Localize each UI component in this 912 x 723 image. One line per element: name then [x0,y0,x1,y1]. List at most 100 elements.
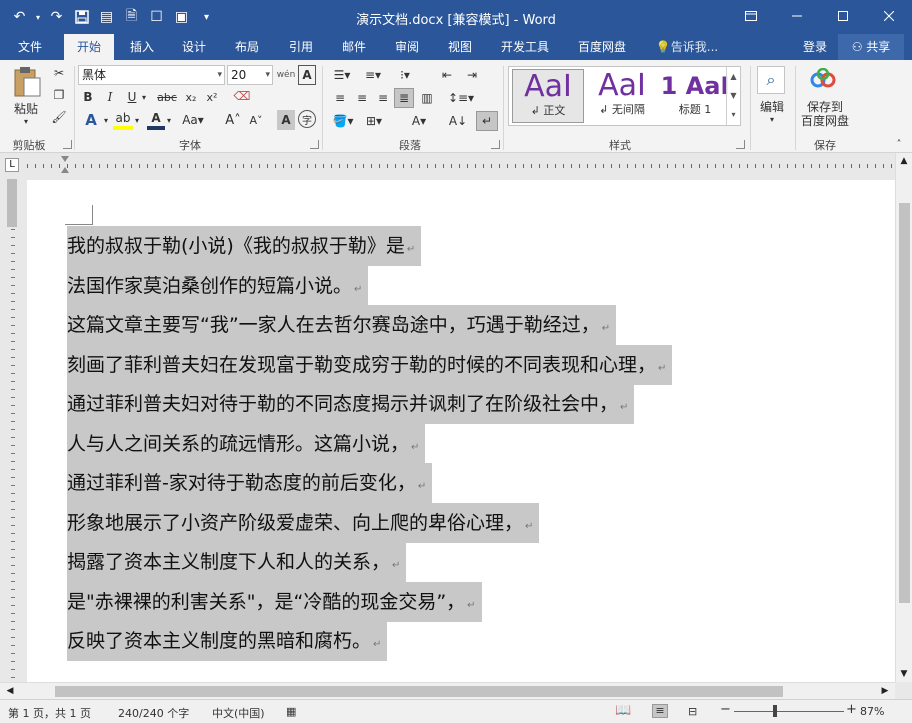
shading-icon[interactable]: 🪣▾ [330,111,356,131]
underline-dropdown-icon[interactable]: ▾ [140,88,148,106]
document-line[interactable]: 这篇文章主要写“我”一家人在去哲尔赛岛途中，巧遇于勒经过， ↵ [67,305,617,345]
character-shading-icon[interactable]: A [277,110,295,130]
paste-icon[interactable] [10,65,44,99]
collapse-ribbon-icon[interactable]: ˄ [893,138,905,150]
tab-layout[interactable]: 布局 [225,34,269,60]
align-left-icon[interactable]: ≡ [330,88,350,108]
tab-design[interactable]: 设计 [172,34,216,60]
document-page[interactable]: 我的叔叔于勒(小说)《我的叔叔于勒》是 ↵ 法国作家莫泊桑创作的短篇小说。 ↵ 这篇… [27,180,895,682]
font-name-combo[interactable]: 黑体 ▾ [78,65,225,85]
change-case-icon[interactable]: Aa▾ [180,110,206,130]
print-layout-icon[interactable]: ≡ [652,704,668,718]
document-line[interactable]: 形象地展示了小资产阶级爱虚荣、向上爬的卑俗心理， ↵ [67,503,540,543]
zoom-out-icon[interactable]: − [720,702,731,717]
close-icon[interactable] [866,0,912,32]
phonetic-guide-icon[interactable]: wén [276,65,296,85]
customize-qat-icon[interactable]: ▾ [195,6,218,28]
vertical-scroll-thumb[interactable] [899,203,910,603]
underline-icon[interactable]: U [124,88,140,106]
tab-selector-icon[interactable]: L [5,158,19,172]
sort-icon[interactable]: A↓ [448,111,468,131]
document-line[interactable]: 法国作家莫泊桑创作的短篇小说。 ↵ [67,266,369,306]
horizontal-scrollbar[interactable]: ◀ ▶ [0,682,895,699]
font-launcher-icon[interactable] [310,140,319,149]
font-color-dropdown-icon[interactable]: ▾ [165,110,173,130]
text-effects-icon[interactable]: A [80,110,102,130]
vertical-scrollbar[interactable]: ▲ ▼ [895,153,912,682]
tab-view[interactable]: 视图 [438,34,482,60]
paste-dropdown-icon[interactable]: ▾ [18,116,34,126]
zoom-slider-track[interactable] [734,711,844,712]
vertical-ruler[interactable] [0,177,24,682]
bold-icon[interactable]: B [80,88,96,106]
document-line[interactable]: 是"赤裸裸的利害关系"，是“冷酷的现金交易”， ↵ [67,582,482,622]
styles-more-icon[interactable]: ▾ [727,105,740,124]
grow-font-icon[interactable]: A˄ [224,110,242,130]
tab-insert[interactable]: 插入 [120,34,164,60]
word-count[interactable]: 240/240 个字 [118,705,189,721]
share-button[interactable]: ⚇ 共享 [838,34,904,60]
clipboard-launcher-icon[interactable] [63,140,72,149]
spelling-icon[interactable]: ▣ [170,6,193,28]
document-line[interactable]: 刻画了菲利普夫妇在发现富于勒变成穷于勒的时候的不同表现和心理， ↵ [67,345,673,385]
font-color-icon[interactable]: A [147,110,165,130]
hanging-indent-marker[interactable] [61,167,69,173]
web-layout-icon[interactable]: ⊟ [688,705,697,718]
justify-icon[interactable]: ≣ [394,88,414,108]
save-icon[interactable] [70,6,93,28]
align-right-icon[interactable]: ≡ [373,88,393,108]
tab-home[interactable]: 开始 [64,34,114,60]
find-icon[interactable]: ⌕ [757,66,785,94]
tab-file[interactable]: 文件 [6,34,54,60]
styles-launcher-icon[interactable] [736,140,745,149]
zoom-level[interactable]: 87% [860,705,884,718]
horizontal-ruler[interactable]: L [0,153,912,177]
touch-mode-icon[interactable]: ☐ [145,6,168,28]
text-effects-dropdown-icon[interactable]: ▾ [102,110,110,130]
tab-references[interactable]: 引用 [279,34,323,60]
enclose-characters-icon[interactable]: 字 [298,110,316,128]
document-line[interactable]: 人与人之间关系的疏远情形。这篇小说， ↵ [67,424,426,464]
style-normal[interactable]: AaI ↲ 正文 [512,69,584,123]
macro-record-icon[interactable]: ▦ [286,705,296,718]
scroll-down-icon[interactable]: ▼ [896,666,912,682]
paragraph-launcher-icon[interactable] [491,140,500,149]
tab-baidu-netdisk[interactable]: 百度网盘 [570,34,634,60]
tab-review[interactable]: 审阅 [385,34,429,60]
strikethrough-icon[interactable]: abc [156,88,178,106]
editing-button[interactable]: 编辑 [752,98,792,114]
multilevel-list-icon[interactable]: ⁝▾ [392,65,418,85]
copy-icon[interactable]: ❐ [50,86,68,104]
read-mode-icon[interactable]: 📖 [615,703,631,718]
horizontal-scroll-thumb[interactable] [55,686,783,697]
redo-icon[interactable]: ↷ [45,6,68,28]
superscript-icon[interactable]: x² [203,88,221,106]
shrink-font-icon[interactable]: A˅ [247,110,265,130]
document-line[interactable]: 通过菲利普夫妇对待于勒的不同态度揭示并讽刺了在阶级社会中， ↵ [67,384,635,424]
minimize-icon[interactable] [774,0,820,32]
numbering-icon[interactable]: ≡▾ [361,65,385,85]
format-painter-qat-icon[interactable]: ▤ [95,6,118,28]
print-preview-icon[interactable]: 🗎 [120,6,143,28]
borders-icon[interactable]: ⊞▾ [361,111,387,131]
style-no-spacing[interactable]: AaI ↲ 无间隔 [586,69,658,123]
bullets-icon[interactable]: ☰▾ [330,65,354,85]
format-painter-icon[interactable]: 🖌 [50,108,68,126]
tell-me-box[interactable]: 💡告诉我... [652,34,722,60]
character-border-icon[interactable]: A [298,65,316,85]
scroll-right-icon[interactable]: ▶ [877,683,893,699]
cut-icon[interactable]: ✂ [50,64,68,82]
paste-label[interactable]: 粘贴 [6,100,46,116]
line-spacing-icon[interactable]: ↕≡▾ [448,88,474,108]
baidu-netdisk-icon[interactable] [808,66,838,94]
tab-mailings[interactable]: 邮件 [332,34,376,60]
style-heading-1[interactable]: 1 AaI 标题 1 [659,69,731,123]
show-formatting-marks-icon[interactable]: ↵ [476,111,498,131]
save-to-netdisk-button[interactable]: 保存到 百度网盘 [797,98,853,130]
document-line[interactable]: 通过菲利普-家对待于勒态度的前后变化， ↵ [67,463,433,503]
zoom-slider-thumb[interactable] [773,705,777,717]
document-line[interactable]: 反映了资本主义制度的黑暗和腐朽。 ↵ [67,621,388,661]
subscript-icon[interactable]: x₂ [182,88,200,106]
decrease-indent-icon[interactable]: ⇤ [438,65,456,85]
page-count[interactable]: 第 1 页，共 1 页 [8,705,91,721]
